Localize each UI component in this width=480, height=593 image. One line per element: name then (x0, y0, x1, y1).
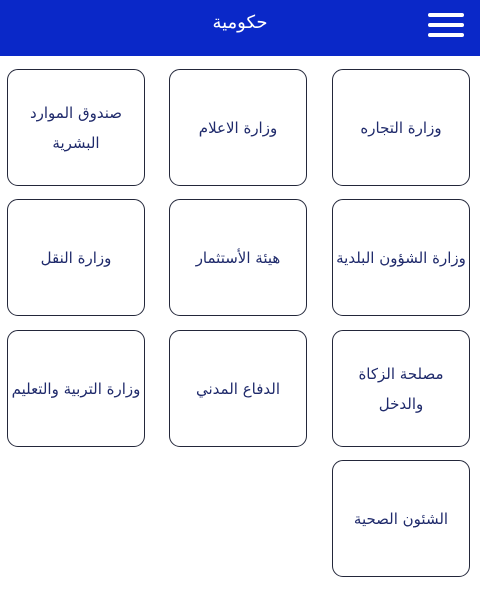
tile-label: وزارة التجاره (360, 118, 442, 137)
tile-label: وزارة التربية والتعليم (11, 379, 141, 398)
tile-label: الدفاع المدني (195, 379, 281, 398)
tile-label: وزارة النقل (40, 248, 112, 267)
tile-ministry-of-transport[interactable]: وزارة النقل (7, 199, 145, 316)
tile-label: الشئون الصحية (353, 509, 449, 528)
tile-health-affairs[interactable]: الشئون الصحية (332, 460, 470, 577)
tile-investment-authority[interactable]: هيئة الأستثمار (169, 199, 307, 316)
tile-human-resources-fund[interactable]: صندوق الموارد البشرية (7, 69, 145, 186)
tile-zakat-and-income-department[interactable]: مصلحة الزكاة والدخل (332, 330, 470, 447)
tile-label: وزارة الشؤون البلدية (336, 248, 466, 267)
menu-button[interactable] (426, 8, 468, 42)
tile-ministry-of-media[interactable]: وزارة الاعلام (169, 69, 307, 186)
tile-ministry-of-education[interactable]: وزارة التربية والتعليم (7, 330, 145, 447)
tile-civil-defense[interactable]: الدفاع المدني (169, 330, 307, 447)
page-title: حكومية (212, 12, 268, 33)
app-screen: حكومية وزارة التجاره وزارة الاعلام صندوق… (0, 0, 480, 593)
tile-label: هيئة الأستثمار (195, 248, 281, 267)
top-app-bar: حكومية (0, 0, 480, 56)
tile-ministry-of-commerce[interactable]: وزارة التجاره (332, 69, 470, 186)
tile-ministry-of-municipal-affairs[interactable]: وزارة الشؤون البلدية (332, 199, 470, 316)
tile-label: وزارة الاعلام (198, 118, 278, 137)
tile-label: مصلحة الزكاة والدخل (358, 364, 444, 413)
tile-label: صندوق الموارد البشرية (29, 103, 123, 152)
